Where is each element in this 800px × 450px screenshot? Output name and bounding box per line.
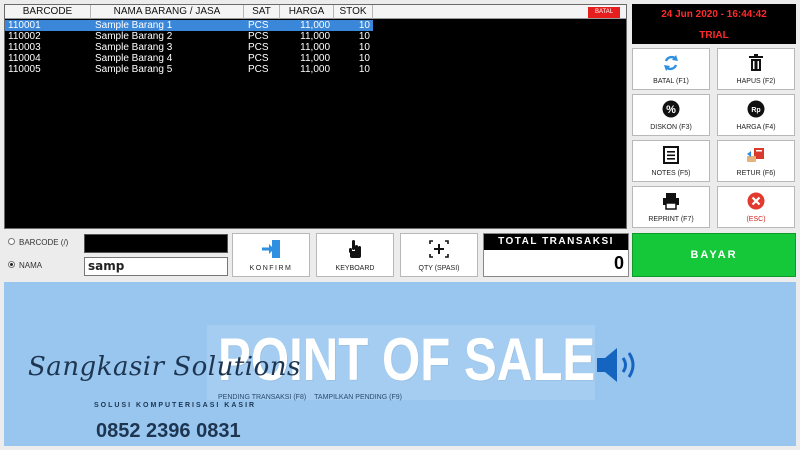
price-tag-icon: Rp (718, 100, 794, 120)
cell-nama: Sample Barang 5 (95, 64, 173, 75)
reprint-button-label: REPRINT (F7) (648, 216, 694, 223)
cell-nama: Sample Barang 1 (95, 20, 173, 31)
batal-button[interactable]: BATAL (F1) (632, 48, 710, 90)
keyboard-button[interactable]: KEYBOARD (316, 233, 394, 277)
plus-crosshair-icon (401, 239, 477, 261)
konfirm-button-label: KONFIRM (249, 265, 293, 272)
cell-harga: 11,000 (300, 64, 330, 75)
license-status: TRIAL (699, 30, 729, 41)
cell-sat: PCS (248, 64, 269, 75)
notes-icon (633, 146, 709, 166)
promo-banner: POINT OF SALE PENDING TRANSAKSI (F8) TAMP… (4, 282, 796, 446)
harga-button[interactable]: Rp HARGA (F4) (717, 94, 795, 136)
tampilkan-pending-hint[interactable]: TAMPILKAN PENDING (F9) (314, 394, 402, 401)
notes-button-label: NOTES (F5) (651, 170, 691, 177)
cell-barcode: 110001 (8, 20, 41, 31)
barcode-input[interactable] (84, 234, 228, 253)
printer-icon (633, 192, 709, 212)
cell-nama: Sample Barang 3 (95, 42, 173, 53)
escape-button[interactable]: (ESC) (717, 186, 795, 228)
escape-button-label: (ESC) (746, 216, 766, 223)
cell-stok: 10 (358, 20, 370, 31)
brand-phone: 0852 2396 0831 (96, 420, 241, 442)
trash-icon (718, 54, 794, 74)
radio-nama-indicator (8, 261, 15, 269)
product-table[interactable]: BARCODE NAMA BARANG / JASA SAT HARGA STO… (4, 4, 627, 229)
nama-mode-radio[interactable]: NAMA (8, 260, 42, 272)
radio-barcode-indicator (8, 238, 15, 246)
hand-pointer-icon (317, 239, 393, 261)
table-body: 110001 Sample Barang 1 PCS 11,000 10 110002 Sa… (5, 20, 626, 75)
svg-text:Rp: Rp (751, 107, 760, 114)
retur-button-label: RETUR (F6) (736, 170, 776, 177)
cell-nama: Sample Barang 4 (95, 53, 173, 64)
table-header: BARCODE NAMA BARANG / JASA SAT HARGA STO… (5, 5, 626, 19)
keyboard-button-label: KEYBOARD (335, 265, 375, 272)
column-header-stok[interactable]: STOK (334, 5, 373, 19)
bayar-button[interactable]: BAYAR (632, 233, 796, 277)
batal-badge: BATAL (588, 7, 620, 18)
status-display: 24 Jun 2020 - 16:44:42 TRIAL (632, 4, 796, 44)
speaker-icon (593, 344, 645, 386)
cell-stok: 10 (358, 42, 370, 53)
cell-harga: 11,000 (300, 53, 330, 64)
harga-button-label: HARGA (F4) (736, 124, 776, 131)
cell-nama: Sample Barang 2 (95, 31, 173, 42)
table-row[interactable]: 110005 Sample Barang 5 PCS 11,000 10 (5, 64, 626, 75)
return-icon (718, 146, 794, 166)
column-header-harga[interactable]: HARGA (280, 5, 334, 19)
brand-name: Sangkasir Solutions (28, 352, 301, 382)
qty-button-label: QTY (SPASI) (418, 265, 460, 272)
retur-button[interactable]: RETUR (F6) (717, 140, 795, 182)
table-row[interactable]: 110002 Sample Barang 2 PCS 11,000 10 (5, 31, 626, 42)
cell-stok: 10 (358, 31, 370, 42)
cell-sat: PCS (248, 53, 269, 64)
hapus-button-label: HAPUS (F2) (736, 78, 776, 85)
qty-button[interactable]: QTY (SPASI) (400, 233, 478, 277)
column-header-sat[interactable]: SAT (244, 5, 280, 19)
hapus-button[interactable]: HAPUS (F2) (717, 48, 795, 90)
barcode-mode-label: BARCODE (/) (19, 238, 69, 247)
diskon-button-label: DISKON (F3) (650, 124, 692, 131)
cell-harga: 11,000 (300, 31, 330, 42)
cell-barcode: 110004 (8, 53, 41, 64)
cell-sat: PCS (248, 20, 269, 31)
cell-barcode: 110002 (8, 31, 41, 42)
sign-in-icon (233, 239, 309, 261)
table-row[interactable]: 110004 Sample Barang 4 PCS 11,000 10 (5, 53, 626, 64)
cell-sat: PCS (248, 42, 269, 53)
reprint-button[interactable]: REPRINT (F7) (632, 186, 710, 228)
nama-mode-label: NAMA (19, 261, 43, 270)
brand-tagline: SOLUSI KOMPUTERISASI KASIR (94, 402, 257, 409)
notes-button[interactable]: NOTES (F5) (632, 140, 710, 182)
cell-stok: 10 (358, 53, 370, 64)
konfirm-button[interactable]: KONFIRM (232, 233, 310, 277)
diskon-button[interactable]: % DISKON (F3) (632, 94, 710, 136)
nama-search-input[interactable]: samp (84, 257, 228, 276)
table-row[interactable]: 110003 Sample Barang 3 PCS 11,000 10 (5, 42, 626, 53)
total-transaksi-title: TOTAL TRANSAKSI (484, 234, 628, 250)
close-circle-icon (718, 192, 794, 212)
cell-sat: PCS (248, 31, 269, 42)
cell-harga: 11,000 (300, 20, 330, 31)
batal-button-label: BATAL (F1) (653, 78, 689, 85)
total-transaksi-value: 0 (613, 253, 624, 273)
svg-text:%: % (666, 104, 676, 116)
total-transaksi-box: TOTAL TRANSAKSI 0 (483, 233, 629, 277)
cell-stok: 10 (358, 64, 370, 75)
column-header-barcode[interactable]: BARCODE (5, 5, 91, 19)
pending-hints: PENDING TRANSAKSI (F8) TAMPILKAN PENDING … (218, 394, 410, 401)
cell-barcode: 110003 (8, 42, 41, 53)
datetime-readout: 24 Jun 2020 - 16:44:42 (661, 9, 767, 20)
cell-barcode: 110005 (8, 64, 41, 75)
table-row[interactable]: 110001 Sample Barang 1 PCS 11,000 10 (5, 20, 373, 31)
cell-harga: 11,000 (300, 42, 330, 53)
barcode-mode-radio[interactable]: BARCODE (/) (8, 237, 68, 249)
pending-transaksi-hint[interactable]: PENDING TRANSAKSI (F8) (218, 394, 306, 401)
refresh-arrows-icon (633, 54, 709, 74)
percent-icon: % (633, 100, 709, 120)
column-header-nama[interactable]: NAMA BARANG / JASA (91, 5, 244, 19)
